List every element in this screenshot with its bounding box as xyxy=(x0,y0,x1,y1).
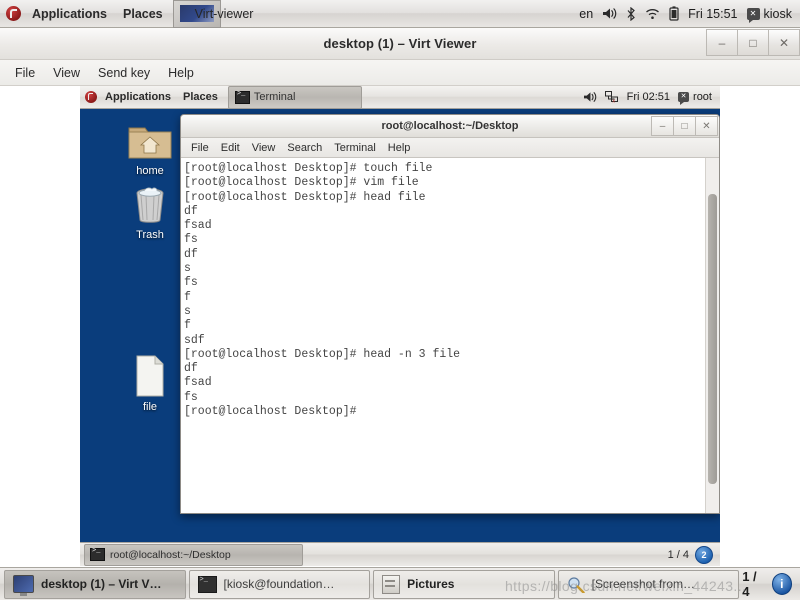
terminal-menu-help[interactable]: Help xyxy=(382,140,417,156)
host-taskbar-right: 1 / 4 i xyxy=(742,569,796,599)
host-menu-places[interactable]: Places xyxy=(115,4,171,24)
terminal-icon xyxy=(197,575,217,593)
vm-username: root xyxy=(693,91,712,103)
vm-workspace-indicator: 1 / 4 xyxy=(667,548,689,561)
terminal-scrollbar[interactable] xyxy=(705,158,719,513)
close-button[interactable]: ✕ xyxy=(768,29,800,56)
bluetooth-icon[interactable] xyxy=(626,6,636,21)
volume-icon[interactable] xyxy=(583,91,597,103)
screen-root: Applications Places Virt-viewer en Fri 1… xyxy=(0,0,800,600)
host-username: kiosk xyxy=(763,6,792,21)
terminal-menubar: File Edit View Search Terminal Help xyxy=(181,138,719,158)
terminal-title: root@localhost:~/Desktop xyxy=(381,120,519,132)
keyboard-layout-indicator[interactable]: en xyxy=(579,7,593,21)
terminal-window[interactable]: root@localhost:~/Desktop – □ ✕ File Edit… xyxy=(180,114,720,514)
terminal-maximize-button[interactable]: □ xyxy=(673,116,695,136)
vm-taskbar-right: 1 / 4 2 xyxy=(667,545,716,564)
host-workspace-indicator: 1 / 4 xyxy=(742,569,757,599)
terminal-menu-search[interactable]: Search xyxy=(281,140,328,156)
volume-icon[interactable] xyxy=(602,7,617,20)
network-disconnected-icon[interactable]: x xyxy=(604,91,619,104)
vm-menu-applications[interactable]: Applications xyxy=(99,89,177,105)
vm-clock[interactable]: Fri 02:51 xyxy=(627,91,670,103)
host-panel-left: Applications Places Virt-viewer xyxy=(0,0,253,28)
virt-viewer-menubar: File View Send key Help xyxy=(0,60,800,86)
menu-help[interactable]: Help xyxy=(159,63,203,83)
host-taskbar: desktop (1) – Virt V… [kiosk@foundation…… xyxy=(0,567,800,600)
desktop-icon-home[interactable]: home xyxy=(112,120,188,177)
trash-icon xyxy=(112,182,188,226)
vm-workspace-badge[interactable]: 2 xyxy=(695,545,713,564)
vm-top-panel: Applications Places Terminal x Fri 02:51… xyxy=(80,86,720,109)
desktop-icon-trash[interactable]: Trash xyxy=(112,182,188,241)
vm-panel-window-terminal[interactable]: Terminal xyxy=(227,86,362,109)
maximize-button[interactable]: □ xyxy=(737,29,768,56)
terminal-menu-edit[interactable]: Edit xyxy=(215,140,246,156)
vm-panel-window-label: Terminal xyxy=(253,91,296,103)
taskbar-item-screenshot-label: [Screenshot from… xyxy=(591,577,696,591)
terminal-titlebar: root@localhost:~/Desktop – □ ✕ xyxy=(181,115,719,138)
file-document-icon xyxy=(112,354,188,398)
terminal-output[interactable]: [root@localhost Desktop]# touch file [ro… xyxy=(181,158,705,513)
vm-taskbar-window-terminal[interactable]: root@localhost:~/Desktop xyxy=(84,543,303,566)
screenshot-icon xyxy=(567,576,585,594)
vm-taskbar: root@localhost:~/Desktop 1 / 4 2 xyxy=(80,542,720,566)
vm-display-area[interactable]: Applications Places Terminal x Fri 02:51… xyxy=(80,86,720,566)
menu-file[interactable]: File xyxy=(6,63,44,83)
terminal-scrollbar-thumb[interactable] xyxy=(708,194,717,484)
terminal-body[interactable]: [root@localhost Desktop]# touch file [ro… xyxy=(181,158,719,513)
virt-viewer-title: desktop (1) – Virt Viewer xyxy=(323,36,477,51)
wifi-icon[interactable] xyxy=(645,8,660,20)
host-panel-tray: en Fri 15:51 ✕ kiosk xyxy=(579,6,800,23)
terminal-minimize-button[interactable]: – xyxy=(651,116,673,136)
vm-taskbar-window-label: root@localhost:~/Desktop xyxy=(110,548,231,561)
host-top-panel: Applications Places Virt-viewer en Fri 1… xyxy=(0,0,800,28)
taskbar-item-kiosk-terminal-label: [kiosk@foundation… xyxy=(223,577,335,591)
terminal-menu-terminal[interactable]: Terminal xyxy=(328,140,382,156)
desktop-icon-home-label: home xyxy=(136,165,164,177)
monitor-icon xyxy=(13,575,34,596)
user-icon: ✕ xyxy=(746,7,760,23)
taskbar-item-virt-viewer-label: desktop (1) – Virt V… xyxy=(41,577,162,591)
battery-icon[interactable] xyxy=(669,6,679,21)
menu-view[interactable]: View xyxy=(44,63,89,83)
help-badge-icon[interactable]: i xyxy=(771,573,792,595)
vm-menu-places[interactable]: Places xyxy=(177,89,224,105)
menu-send-key[interactable]: Send key xyxy=(89,63,159,83)
taskbar-item-virt-viewer[interactable]: desktop (1) – Virt V… xyxy=(4,569,186,599)
terminal-menu-view[interactable]: View xyxy=(246,140,282,156)
desktop-icon-file[interactable]: file xyxy=(112,354,188,413)
terminal-icon xyxy=(90,547,105,561)
host-user-area[interactable]: ✕ kiosk xyxy=(746,6,792,23)
terminal-icon xyxy=(234,90,250,104)
minimize-button[interactable]: – xyxy=(706,29,737,56)
user-icon: ✕ xyxy=(678,92,690,105)
taskbar-item-screenshot[interactable]: [Screenshot from… xyxy=(557,569,740,599)
taskbar-item-pictures-label: Pictures xyxy=(407,577,455,591)
terminal-close-button[interactable]: ✕ xyxy=(695,116,718,136)
taskbar-item-pictures[interactable]: Pictures xyxy=(373,569,555,599)
terminal-menu-file[interactable]: File xyxy=(185,140,215,156)
desktop-icon-trash-label: Trash xyxy=(136,229,164,241)
host-menu-applications[interactable]: Applications xyxy=(24,4,115,24)
terminal-window-controls: – □ ✕ xyxy=(651,116,718,136)
host-task-virt-viewer-label[interactable]: Virt-viewer xyxy=(195,7,254,21)
desktop-icon-file-label: file xyxy=(142,401,158,413)
host-clock[interactable]: Fri 15:51 xyxy=(688,7,737,21)
fedora-logo-icon[interactable] xyxy=(85,91,97,103)
vm-user-area[interactable]: ✕ root xyxy=(678,91,712,105)
home-folder-icon xyxy=(112,120,188,162)
virt-viewer-titlebar: desktop (1) – Virt Viewer – □ ✕ xyxy=(0,28,800,60)
vm-panel-tray: x Fri 02:51 ✕ root xyxy=(583,91,720,105)
taskbar-item-kiosk-terminal[interactable]: [kiosk@foundation… xyxy=(188,569,371,599)
fedora-logo-icon[interactable] xyxy=(6,6,21,21)
virt-viewer-window-controls: – □ ✕ xyxy=(706,29,800,56)
file-manager-icon xyxy=(382,574,401,594)
svg-text:x: x xyxy=(612,99,615,104)
